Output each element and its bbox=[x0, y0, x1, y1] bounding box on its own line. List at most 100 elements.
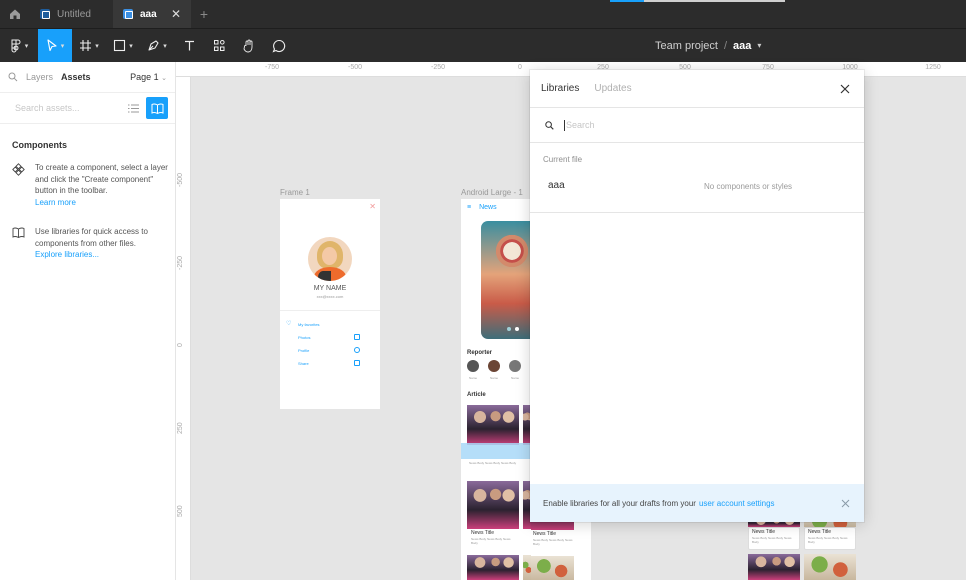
ruler-tick: -250 bbox=[430, 64, 446, 71]
explore-libraries-link[interactable]: Explore libraries... bbox=[35, 250, 99, 259]
hero-image bbox=[481, 221, 531, 339]
chevron-down-icon: ▾ bbox=[129, 42, 133, 50]
card-title: News Title bbox=[752, 529, 776, 535]
move-tool-button[interactable]: ▾ bbox=[38, 29, 72, 62]
footer-text: Enable libraries for all your drafts fro… bbox=[543, 498, 696, 508]
ruler-tick: 250 bbox=[177, 422, 184, 434]
learn-more-link[interactable]: Learn more bbox=[35, 198, 76, 207]
frame-partial[interactable]: News Title News Body News Body News Body… bbox=[748, 517, 858, 580]
close-icon bbox=[840, 84, 850, 93]
chevron-down-icon: ▾ bbox=[163, 42, 167, 50]
book-icon bbox=[151, 103, 163, 114]
menu-item: Profile bbox=[298, 348, 310, 353]
search-icon[interactable] bbox=[8, 72, 18, 82]
reporter-name: Name bbox=[469, 376, 478, 380]
ruler-tick: 500 bbox=[177, 505, 184, 517]
rectangle-icon bbox=[114, 39, 126, 52]
ruler-tick: 1250 bbox=[925, 64, 941, 71]
current-file-section: Current file aaa No components or styles bbox=[530, 143, 864, 213]
home-button[interactable] bbox=[0, 0, 30, 28]
card-title: News Title bbox=[533, 531, 557, 537]
section-title: Reporter bbox=[467, 350, 493, 356]
menu-item: Share bbox=[298, 361, 309, 366]
frame-label[interactable]: Frame 1 bbox=[280, 188, 310, 197]
menu-item: My favorites bbox=[298, 322, 320, 327]
profile-email: xxx@xxxx.com bbox=[316, 294, 344, 299]
tab-layers[interactable]: Layers bbox=[26, 72, 53, 82]
ruler-tick: 0 bbox=[518, 64, 522, 71]
chevron-down-icon[interactable]: ▾ bbox=[757, 41, 761, 50]
library-file-note: No components or styles bbox=[704, 182, 793, 191]
account-settings-link[interactable]: user account settings bbox=[699, 499, 775, 508]
app-title: News bbox=[479, 204, 497, 211]
carousel-dots bbox=[507, 327, 519, 331]
library-search-input[interactable] bbox=[564, 119, 764, 131]
search-assets-input[interactable] bbox=[15, 103, 115, 113]
app-header: ≡ News bbox=[467, 204, 497, 211]
ruler-vertical: -500 -250 0 250 500 750 bbox=[176, 77, 191, 580]
libraries-modal: Libraries Updates Current file aaa No co… bbox=[530, 70, 864, 522]
tab-aaa[interactable]: aaa ✕ bbox=[113, 0, 191, 28]
list-view-icon[interactable] bbox=[126, 101, 140, 115]
article-image bbox=[467, 481, 519, 529]
pen-icon bbox=[148, 40, 159, 51]
card-body: News Body News Body News Body bbox=[808, 536, 848, 544]
comment-tool-button[interactable] bbox=[264, 29, 294, 62]
project-name[interactable]: Team project bbox=[655, 40, 718, 52]
team-library-button[interactable] bbox=[146, 97, 168, 119]
shape-tool-button[interactable]: ▾ bbox=[106, 29, 140, 62]
cursor-icon bbox=[47, 39, 57, 52]
hand-tool-button[interactable] bbox=[234, 29, 264, 62]
tab-label: aaa bbox=[140, 8, 157, 20]
divider bbox=[280, 310, 380, 311]
chevron-down-icon: ▾ bbox=[24, 42, 29, 50]
hamburger-icon: ≡ bbox=[467, 204, 472, 211]
chevron-down-icon: ▾ bbox=[95, 42, 99, 50]
article-image bbox=[467, 555, 519, 580]
share-icon bbox=[354, 360, 360, 366]
reporter-name: Name bbox=[511, 376, 520, 380]
ruler-tick: -500 bbox=[177, 172, 184, 187]
card-title: News Title bbox=[808, 529, 832, 535]
tab-untitled[interactable]: Untitled bbox=[30, 0, 113, 28]
card-body: News Body News Body News Body bbox=[752, 536, 792, 544]
dismiss-banner-button[interactable] bbox=[839, 497, 851, 509]
page-label: Page 1 bbox=[130, 72, 159, 82]
text-icon bbox=[184, 40, 194, 51]
tab-updates[interactable]: Updates bbox=[594, 83, 631, 94]
chevron-down-icon: ⌄ bbox=[161, 75, 167, 82]
card-body: News Body News Body News Body bbox=[533, 538, 573, 546]
resources-tool-button[interactable] bbox=[204, 29, 234, 62]
tab-libraries[interactable]: Libraries bbox=[541, 83, 579, 94]
card-body: News Body News Body News Body bbox=[471, 537, 511, 545]
new-tab-button[interactable]: + bbox=[191, 0, 217, 28]
frame-android[interactable]: ≡ News Reporter Name Name Name Article N… bbox=[461, 199, 531, 580]
main-menu-button[interactable]: ▾ bbox=[0, 29, 38, 62]
card-title: News Title bbox=[471, 530, 495, 536]
frame-profile[interactable]: ✕ MY NAME xxx@xxxx.com ♡ My favorites Ph… bbox=[280, 199, 380, 409]
libraries-footer-banner: Enable libraries for all your drafts fro… bbox=[530, 484, 864, 522]
frame-tool-button[interactable]: ▾ bbox=[72, 29, 106, 62]
info-text: Use libraries for quick access to compon… bbox=[35, 227, 148, 248]
page-selector[interactable]: Page 1 ⌄ bbox=[130, 72, 167, 82]
close-modal-button[interactable] bbox=[837, 81, 853, 97]
toolbar: ▾ ▾ ▾ ▾ ▾ Team project / aaa ▾ bbox=[0, 28, 966, 62]
plus-icon: + bbox=[199, 6, 209, 22]
text-tool-button[interactable] bbox=[174, 29, 204, 62]
figma-logo-icon bbox=[11, 39, 21, 52]
resources-icon bbox=[213, 40, 225, 51]
frame-label[interactable]: Android Large - 1 bbox=[461, 188, 523, 197]
card-body: News Body News Body News Body bbox=[469, 461, 517, 465]
library-file-name[interactable]: aaa bbox=[548, 180, 565, 191]
article-image bbox=[748, 554, 800, 580]
file-name[interactable]: aaa bbox=[733, 40, 751, 52]
image-icon bbox=[354, 334, 360, 340]
article-image bbox=[531, 556, 574, 580]
tab-label: Untitled bbox=[57, 8, 91, 20]
tab-assets[interactable]: Assets bbox=[61, 72, 91, 82]
close-tab-icon[interactable]: ✕ bbox=[171, 7, 181, 21]
library-search-bar bbox=[530, 108, 864, 143]
document-title[interactable]: Team project / aaa ▾ bbox=[655, 29, 761, 62]
reporter-avatar bbox=[467, 360, 479, 372]
pen-tool-button[interactable]: ▾ bbox=[140, 29, 174, 62]
